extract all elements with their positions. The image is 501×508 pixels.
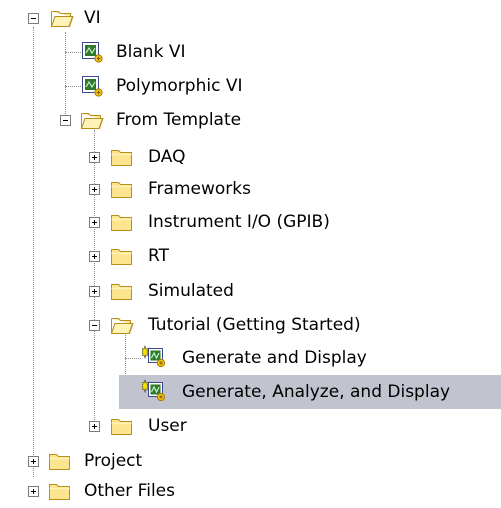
folder-open-icon [50,7,74,29]
tree-node-blank-vi[interactable]: Blank VI [0,35,501,69]
tree-node-polymorphic-vi[interactable]: Polymorphic VI [0,69,501,103]
tree-node-project[interactable]: Project [0,444,501,478]
tree-node-label: Generate, Analyze, and Display [182,382,451,402]
expand-toggle-icon[interactable] [89,217,100,228]
tree-node-instrument-io[interactable]: Instrument I/O (GPIB) [0,205,501,239]
tree-node-label: Project [84,451,143,471]
collapse-toggle-icon[interactable] [28,13,39,24]
folder-closed-icon [48,450,72,472]
tree-node-label: VI [84,8,101,28]
tree-node-label: Polymorphic VI [116,76,243,96]
tree-node-generate-analyze-display[interactable]: Generate, Analyze, and Display [0,375,501,409]
tree-node-label: Tutorial (Getting Started) [148,315,361,335]
folder-closed-icon [110,245,134,267]
vi-file-icon [80,41,104,63]
file-tree: VI Blank VI Polymorphic VI From Template… [0,0,501,508]
folder-closed-icon [110,211,134,233]
folder-closed-icon [110,280,134,302]
tree-node-rt[interactable]: RT [0,239,501,273]
tree-node-label: Simulated [148,281,234,301]
tree-node-label: From Template [116,110,242,130]
expand-toggle-icon[interactable] [28,486,39,497]
tree-node-from-template[interactable]: From Template [0,103,501,137]
tree-node-label: RT [148,246,169,266]
tree-node-vi[interactable]: VI [0,1,501,35]
folder-closed-icon [48,480,72,502]
tree-node-other-files[interactable]: Other Files [0,474,501,508]
tree-node-frameworks[interactable]: Frameworks [0,172,501,206]
expand-toggle-icon[interactable] [28,456,39,467]
folder-open-icon [80,109,104,131]
tree-node-user[interactable]: User [0,409,501,443]
expand-toggle-icon[interactable] [89,251,100,262]
collapse-toggle-icon[interactable] [89,320,100,331]
tree-node-label: Other Files [84,481,175,501]
folder-closed-icon [110,415,134,437]
tree-node-label: User [148,416,187,436]
vi-template-icon [142,379,166,401]
tree-node-label: Generate and Display [182,348,367,368]
expand-toggle-icon[interactable] [89,286,100,297]
tree-node-label: Frameworks [148,179,251,199]
tree-node-label: Instrument I/O (GPIB) [148,212,330,232]
vi-template-icon [142,345,166,367]
folder-closed-icon [110,178,134,200]
vi-file-icon [80,75,104,97]
folder-open-icon [110,314,134,336]
expand-toggle-icon[interactable] [89,152,100,163]
collapse-toggle-icon[interactable] [60,115,71,126]
tree-node-tutorial[interactable]: Tutorial (Getting Started) [0,308,501,342]
tree-node-generate-and-display[interactable]: Generate and Display [0,341,501,375]
tree-node-simulated[interactable]: Simulated [0,274,501,308]
expand-toggle-icon[interactable] [89,421,100,432]
expand-toggle-icon[interactable] [89,184,100,195]
tree-node-daq[interactable]: DAQ [0,140,501,174]
tree-node-label: Blank VI [116,42,186,62]
folder-closed-icon [110,146,134,168]
tree-node-label: DAQ [148,147,186,167]
